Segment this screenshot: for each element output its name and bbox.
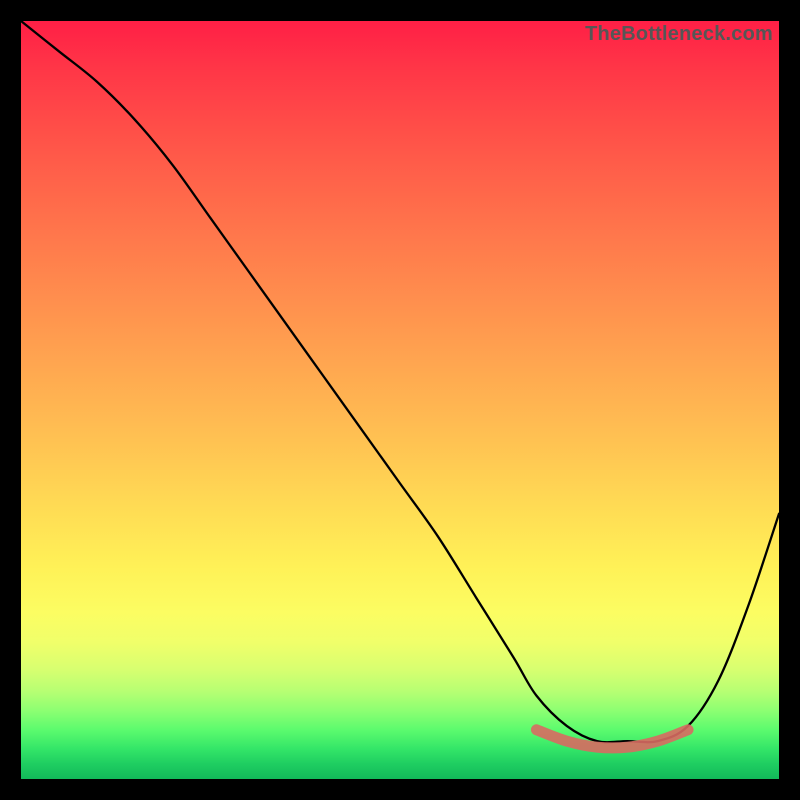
highlight-band-path [536, 730, 688, 748]
plot-area: TheBottleneck.com [21, 21, 779, 779]
chart-frame: TheBottleneck.com [0, 0, 800, 800]
main-curve-path [21, 21, 779, 742]
curve-layer [21, 21, 779, 779]
